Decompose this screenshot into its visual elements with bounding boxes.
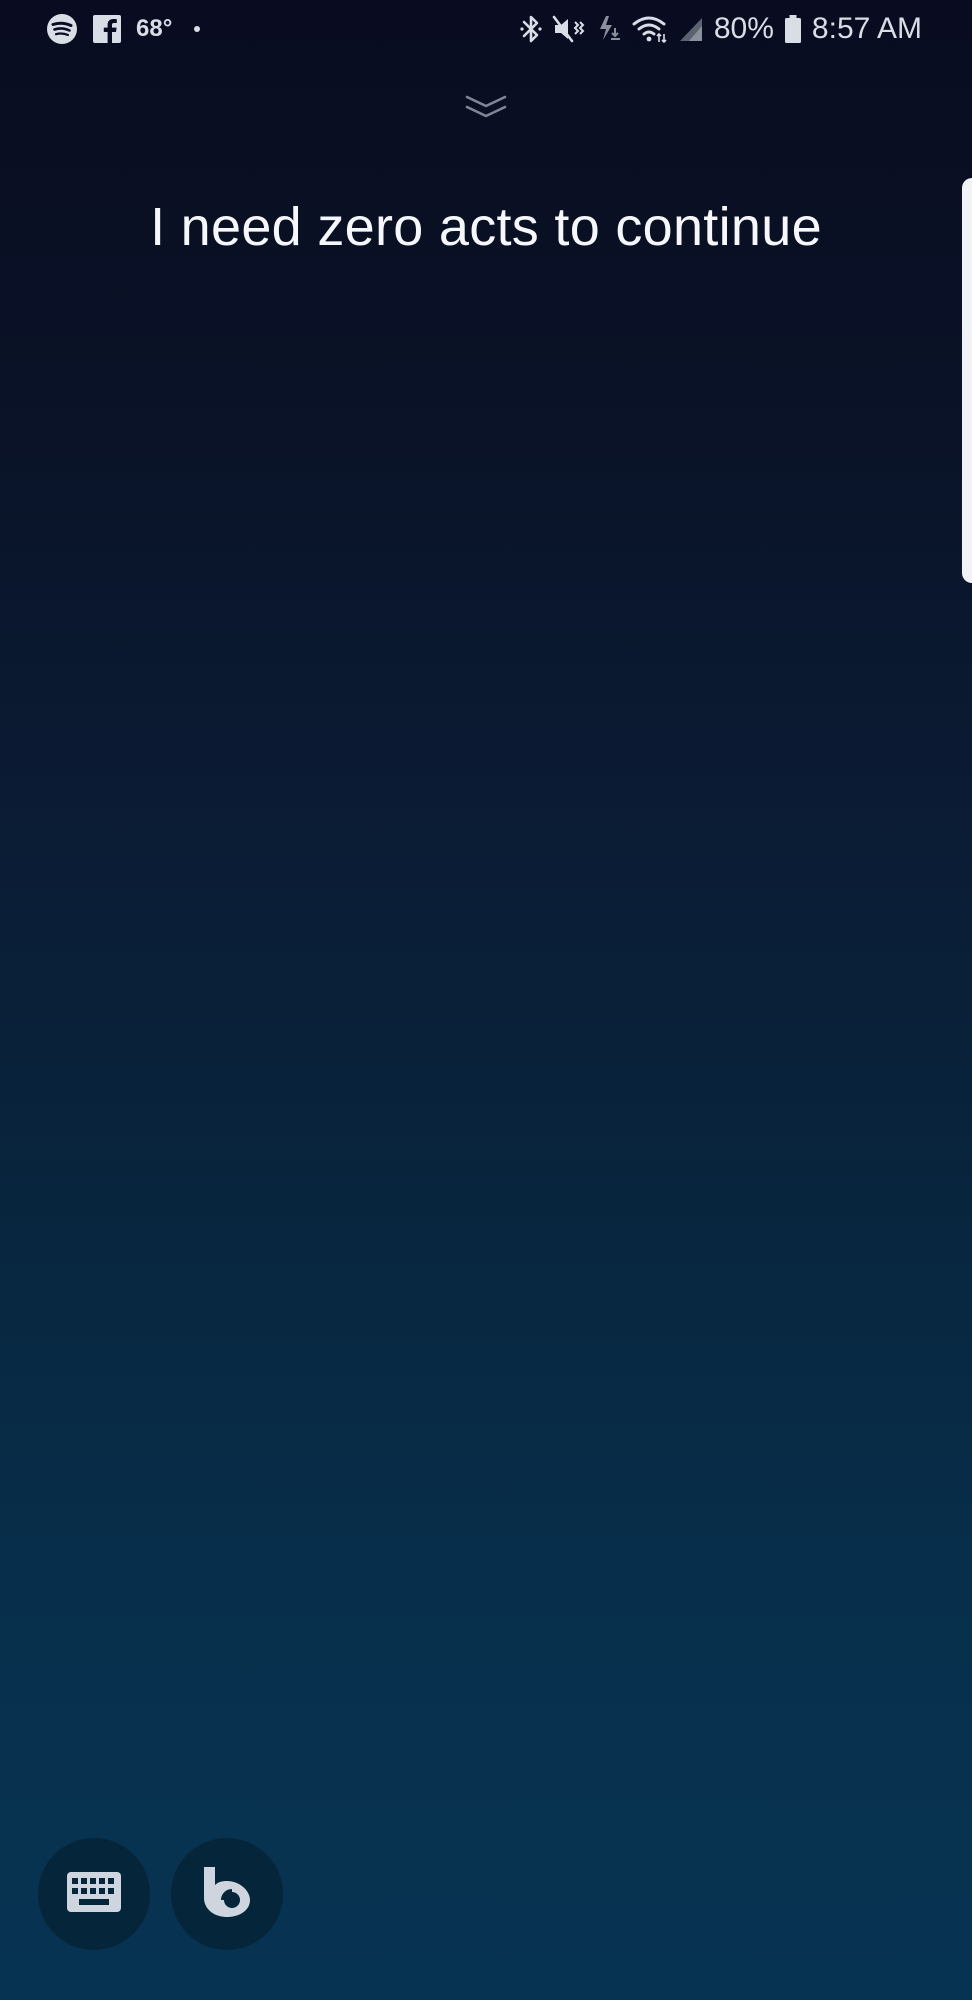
chevron-double-down-icon[interactable] — [464, 92, 508, 122]
spotify-icon — [46, 13, 78, 45]
data-saver-icon — [596, 14, 622, 44]
status-bar-left: 68° — [46, 12, 201, 46]
temperature-text: 68° — [136, 15, 173, 42]
voice-utterance-text: I need zero acts to continue — [150, 197, 822, 257]
battery-icon — [784, 14, 802, 44]
wifi-icon — [632, 14, 668, 44]
clock-text: 8:57 AM — [811, 12, 922, 45]
keyboard-button[interactable] — [38, 1838, 150, 1950]
bixby-voice-screen: 68° 80% 8:57 AM I need zero acts to cont… — [0, 0, 972, 2000]
battery-percent-text: 80% — [713, 12, 774, 45]
bluetooth-icon — [520, 14, 542, 44]
bixby-voice-button[interactable] — [171, 1838, 283, 1950]
notification-dot — [194, 26, 201, 32]
keyboard-icon — [66, 1871, 122, 1918]
facebook-icon — [92, 14, 122, 44]
status-bar: 68° 80% 8:57 AM — [0, 0, 972, 60]
signal-icon — [678, 14, 704, 44]
status-bar-right: 80% 8:57 AM — [520, 12, 922, 46]
bixby-icon — [201, 1865, 253, 1924]
mute-vibrate-icon — [552, 14, 586, 44]
